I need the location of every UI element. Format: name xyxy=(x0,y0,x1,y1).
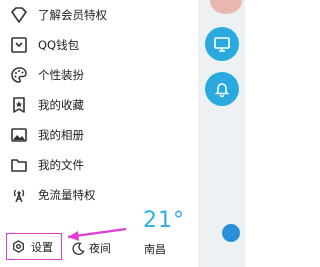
menu-item-label: 免流量特权 xyxy=(38,188,96,202)
notification-button[interactable] xyxy=(205,72,239,106)
bookmark-star-icon xyxy=(9,95,29,115)
menu-item-label: 我的收藏 xyxy=(38,98,84,112)
palette-icon xyxy=(9,65,29,85)
monitor-button[interactable] xyxy=(205,27,239,61)
wallet-icon xyxy=(9,35,29,55)
settings-label: 设置 xyxy=(31,240,53,254)
side-drawer: 了解会员特权 QQ钱包 个性装扮 我的收藏 我的相册 我的文件 免流量特权 21… xyxy=(0,0,198,267)
night-mode-button[interactable]: 夜间 xyxy=(72,237,111,259)
settings-button[interactable]: 设置 xyxy=(6,233,62,260)
monitor-icon xyxy=(213,35,231,53)
night-mode-label: 夜间 xyxy=(89,242,111,255)
menu-item-label: 我的相册 xyxy=(38,128,84,142)
signal-tower-icon xyxy=(9,185,29,205)
menu-item-wallet[interactable]: QQ钱包 xyxy=(0,30,198,60)
menu-item-label: 个性装扮 xyxy=(38,68,84,82)
moon-icon xyxy=(72,241,85,255)
settings-hex-icon xyxy=(12,240,25,253)
menu-item-theme[interactable]: 个性装扮 xyxy=(0,60,198,90)
avatar[interactable] xyxy=(210,0,242,14)
vip-icon xyxy=(9,5,29,25)
image-icon xyxy=(9,125,29,145)
menu-item-favorites[interactable]: 我的收藏 xyxy=(0,90,198,120)
menu-item-free-data[interactable]: 免流量特权 xyxy=(0,180,198,210)
menu-item-album[interactable]: 我的相册 xyxy=(0,120,198,150)
watermark-badge xyxy=(222,224,240,242)
menu-item-label: 了解会员特权 xyxy=(38,8,107,22)
folder-icon xyxy=(9,155,29,175)
bell-icon xyxy=(213,80,231,98)
menu-item-label: QQ钱包 xyxy=(38,38,80,52)
weather-city: 南昌 xyxy=(144,243,166,256)
menu-item-files[interactable]: 我的文件 xyxy=(0,150,198,180)
menu-item-vip[interactable]: 了解会员特权 xyxy=(0,0,198,30)
weather-temperature: 21° xyxy=(143,208,185,233)
menu-item-label: 我的文件 xyxy=(38,158,84,172)
